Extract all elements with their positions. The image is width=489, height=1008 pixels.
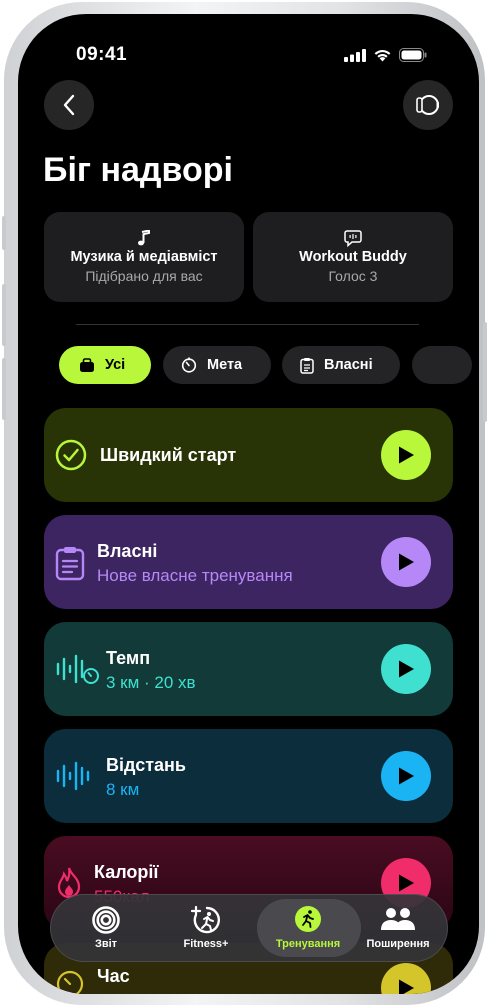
volume-up-button <box>2 284 6 346</box>
filter-chip-custom-label: Власні <box>324 357 373 373</box>
clipboard-icon <box>300 357 314 374</box>
waveform-icon <box>56 761 90 791</box>
filter-chip-goal-label: Мета <box>207 357 243 373</box>
workout-name: Темп <box>106 648 151 668</box>
screen: 09:41 Біг надворі Музика й медіавміст Пі… <box>18 14 479 994</box>
rings-icon <box>92 906 120 934</box>
tab-summary[interactable]: Звіт <box>56 895 156 961</box>
action-button <box>2 216 6 250</box>
workout-name: Власні <box>97 541 158 561</box>
play-icon <box>399 979 414 994</box>
workout-tempo[interactable]: Темп 3 км · 20 хв <box>44 622 453 716</box>
bag-icon <box>80 357 94 372</box>
page-title: Біг надворі <box>43 151 233 189</box>
workout-name: Час <box>97 966 130 986</box>
status-bar: 09:41 <box>18 44 479 68</box>
fitness-plus-icon <box>191 906 220 934</box>
workout-subtitle: Нове власне тренування <box>97 566 293 585</box>
clipboard-icon <box>55 547 85 581</box>
play-button[interactable] <box>381 537 431 587</box>
tab-label: Fitness+ <box>183 938 229 950</box>
runner-icon <box>295 906 321 932</box>
play-icon <box>399 874 414 892</box>
cellular-signal-icon <box>344 48 366 62</box>
watch-button[interactable] <box>403 80 453 130</box>
filter-chip-more[interactable] <box>412 346 472 384</box>
music-card-title: Музика й медіавміст <box>70 249 218 265</box>
tab-label: Поширення <box>366 938 430 950</box>
tab-workout[interactable]: Тренування <box>253 895 363 961</box>
workout-quick-start[interactable]: Швидкий старт <box>44 408 453 502</box>
filter-chip-custom[interactable]: Власні <box>282 346 400 384</box>
workout-subtitle: 3 км · 20 хв <box>106 673 196 692</box>
pace-timer-icon <box>56 654 99 684</box>
tab-label: Звіт <box>94 938 118 950</box>
timer-icon <box>181 357 197 373</box>
music-note-icon <box>138 230 150 246</box>
workout-buddy-subtitle: Голос 3 <box>328 268 378 284</box>
tab-fitness-plus[interactable]: Fitness+ <box>156 895 256 961</box>
music-card[interactable]: Музика й медіавміст Підібрано для вас <box>44 212 244 302</box>
workout-distance[interactable]: Відстань 8 км <box>44 729 453 823</box>
music-card-subtitle: Підібрано для вас <box>85 268 203 284</box>
play-icon <box>399 767 414 785</box>
workout-name: Відстань <box>106 755 186 775</box>
filter-chip-all[interactable]: Усі <box>59 346 151 384</box>
back-button[interactable] <box>44 80 94 130</box>
battery-icon <box>399 48 427 62</box>
chevron-left-icon <box>63 94 75 116</box>
workout-subtitle: 8 км <box>106 780 140 799</box>
volume-down-button <box>2 358 6 420</box>
divider <box>76 324 419 325</box>
play-icon <box>399 446 414 464</box>
filter-chip-goal[interactable]: Мета <box>163 346 271 384</box>
workout-name: Швидкий старт <box>100 445 237 465</box>
play-icon <box>399 553 414 571</box>
watch-icon <box>416 95 439 115</box>
speech-bubble-icon <box>344 230 362 247</box>
checkmark-circle-icon <box>55 439 87 471</box>
side-button <box>483 322 487 422</box>
people-icon <box>381 908 415 930</box>
workout-buddy-title: Workout Buddy <box>299 249 407 265</box>
wifi-icon <box>374 50 391 62</box>
tab-label: Тренування <box>275 938 341 950</box>
play-button[interactable] <box>381 751 431 801</box>
status-time: 09:41 <box>76 44 128 65</box>
phone-frame: 09:41 Біг надворі Музика й медіавміст Пі… <box>2 2 487 1005</box>
play-button[interactable] <box>381 644 431 694</box>
filter-chip-all-label: Усі <box>105 357 126 373</box>
clock-icon <box>56 970 84 994</box>
tab-bar: Звіт Fitness+ Тренування Поширення <box>50 894 448 962</box>
workout-buddy-card[interactable]: Workout Buddy Голос 3 <box>253 212 453 302</box>
play-button[interactable] <box>381 430 431 480</box>
play-button[interactable] <box>381 963 431 994</box>
workout-name: Калорії <box>94 862 159 882</box>
tab-sharing[interactable]: Поширення <box>348 895 448 961</box>
workout-custom[interactable]: Власні Нове власне тренування <box>44 515 453 609</box>
play-icon <box>399 660 414 678</box>
